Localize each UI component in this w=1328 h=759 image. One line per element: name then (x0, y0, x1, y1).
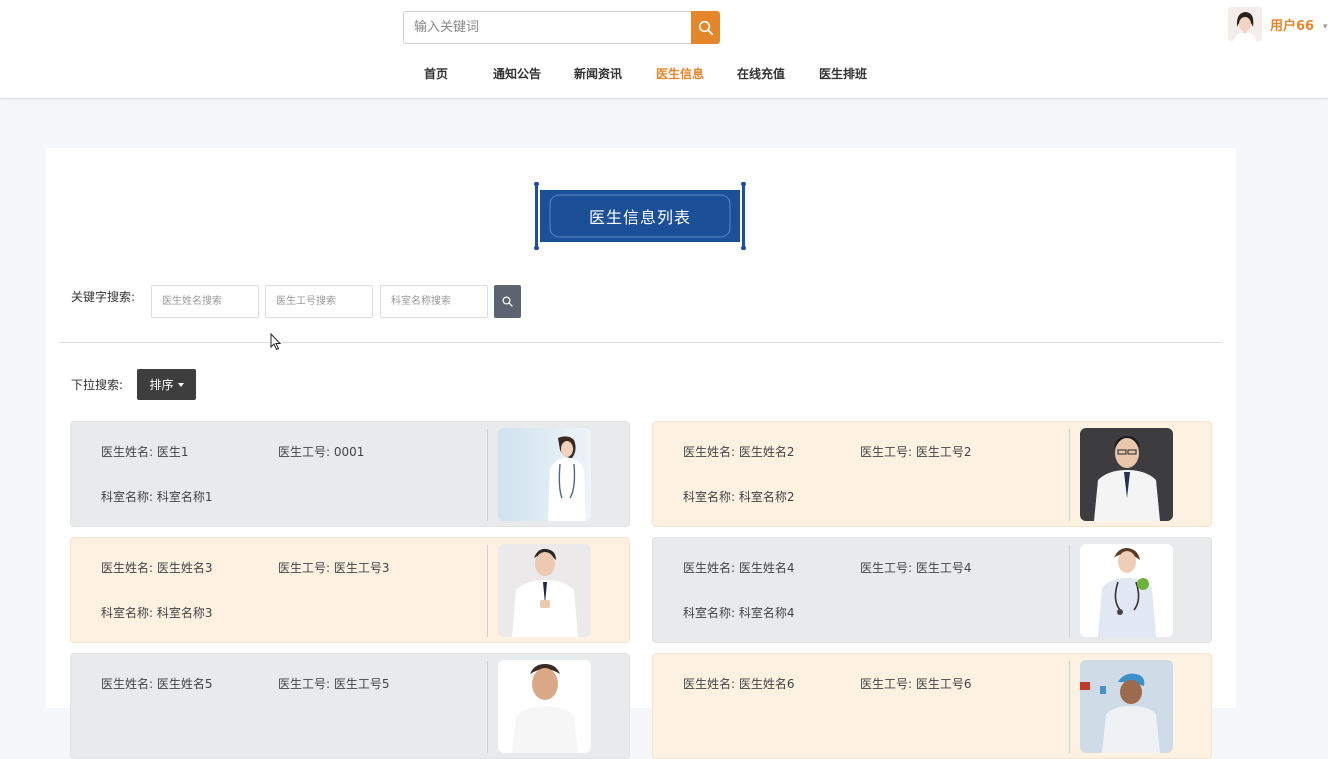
doctor-name: 医生姓名: 医生姓名6 (683, 677, 795, 691)
doctor-name: 医生姓名: 医生姓名3 (101, 561, 213, 575)
dropdown-search-label: 下拉搜索: (71, 378, 124, 392)
doctor-card[interactable]: 医生姓名: 医生姓名5 医生工号: 医生工号5 (70, 653, 630, 759)
department-name: 科室名称: 科室名称1 (101, 490, 213, 504)
card-divider (487, 545, 488, 637)
doctor-photo[interactable] (1080, 544, 1173, 637)
doctor-name: 医生姓名: 医生1 (101, 445, 189, 459)
department-name: 科室名称: 科室名称4 (683, 606, 795, 620)
doctor-photo[interactable] (498, 660, 591, 753)
card-divider (487, 661, 488, 753)
doctor-name: 医生姓名: 医生姓名5 (101, 677, 213, 691)
nav-doctor-schedule[interactable]: 医生排班 (819, 65, 867, 82)
department-search-input[interactable] (380, 285, 488, 318)
doctor-number: 医生工号: 医生工号4 (860, 561, 972, 575)
doctor-number: 医生工号: 0001 (278, 445, 365, 459)
doctor-photo[interactable] (498, 544, 591, 637)
doctor-number: 医生工号: 医生工号3 (278, 561, 390, 575)
doctor-card[interactable]: 医生姓名: 医生姓名4 医生工号: 医生工号4 科室名称: 科室名称4 (652, 537, 1212, 643)
page-title-banner: 医生信息列表 (534, 182, 746, 250)
search-icon (698, 20, 713, 35)
nav-home[interactable]: 首页 (424, 65, 448, 82)
doctor-number: 医生工号: 医生工号2 (860, 445, 972, 459)
caret-down-icon (177, 382, 184, 387)
doctor-photo[interactable] (1080, 660, 1173, 753)
doctor-list-panel: 医生信息列表 关键字搜索: 下拉搜索: 排序 医生姓名: 医生1 医生工号: 0… (46, 148, 1236, 759)
doctor-name-search-input[interactable] (151, 285, 259, 318)
card-divider (1069, 545, 1070, 637)
sort-dropdown-button[interactable]: 排序 (137, 369, 196, 400)
doctor-number: 医生工号: 医生工号6 (860, 677, 972, 691)
page-title: 医生信息列表 (588, 208, 691, 227)
nav-recharge[interactable]: 在线充值 (737, 65, 785, 82)
top-header: 用户66 ▾ 首页 通知公告 新闻资讯 医生信息 在线充值 医生排班 (0, 0, 1328, 99)
sort-label: 排序 (149, 378, 174, 392)
chevron-down-icon[interactable]: ▾ (1323, 22, 1328, 32)
user-menu[interactable]: 用户66 (1228, 6, 1314, 42)
doctor-card[interactable]: 医生姓名: 医生姓名6 医生工号: 医生工号6 (652, 653, 1212, 759)
doctor-name: 医生姓名: 医生姓名4 (683, 561, 795, 575)
global-search (403, 11, 720, 44)
card-divider (487, 429, 488, 521)
card-divider (1069, 429, 1070, 521)
global-search-button[interactable] (691, 11, 720, 44)
department-name: 科室名称: 科室名称2 (683, 490, 795, 504)
doctor-number: 医生工号: 医生工号5 (278, 677, 390, 691)
user-avatar[interactable] (1228, 7, 1262, 41)
doctor-photo[interactable] (498, 428, 591, 521)
keyword-search-label: 关键字搜索: (71, 290, 136, 304)
nav-notices[interactable]: 通知公告 (493, 65, 541, 82)
search-icon (502, 296, 513, 307)
mouse-cursor-icon (270, 333, 282, 351)
doctor-card[interactable]: 医生姓名: 医生姓名2 医生工号: 医生工号2 科室名称: 科室名称2 (652, 421, 1212, 527)
global-search-input[interactable] (403, 11, 691, 44)
section-divider (59, 342, 1223, 343)
department-name: 科室名称: 科室名称3 (101, 606, 213, 620)
nav-news[interactable]: 新闻资讯 (574, 65, 622, 82)
nav-doctor-info[interactable]: 医生信息 (656, 65, 704, 82)
keyword-search-button[interactable] (494, 285, 521, 318)
doctor-number-search-input[interactable] (265, 285, 373, 318)
doctor-card[interactable]: 医生姓名: 医生1 医生工号: 0001 科室名称: 科室名称1 (70, 421, 630, 527)
doctor-photo[interactable] (1080, 428, 1173, 521)
card-divider (1069, 661, 1070, 753)
doctor-name: 医生姓名: 医生姓名2 (683, 445, 795, 459)
main-nav: 首页 通知公告 新闻资讯 医生信息 在线充值 医生排班 (0, 60, 1328, 88)
user-name[interactable]: 用户66 (1270, 15, 1314, 34)
doctor-card[interactable]: 医生姓名: 医生姓名3 医生工号: 医生工号3 科室名称: 科室名称3 (70, 537, 630, 643)
